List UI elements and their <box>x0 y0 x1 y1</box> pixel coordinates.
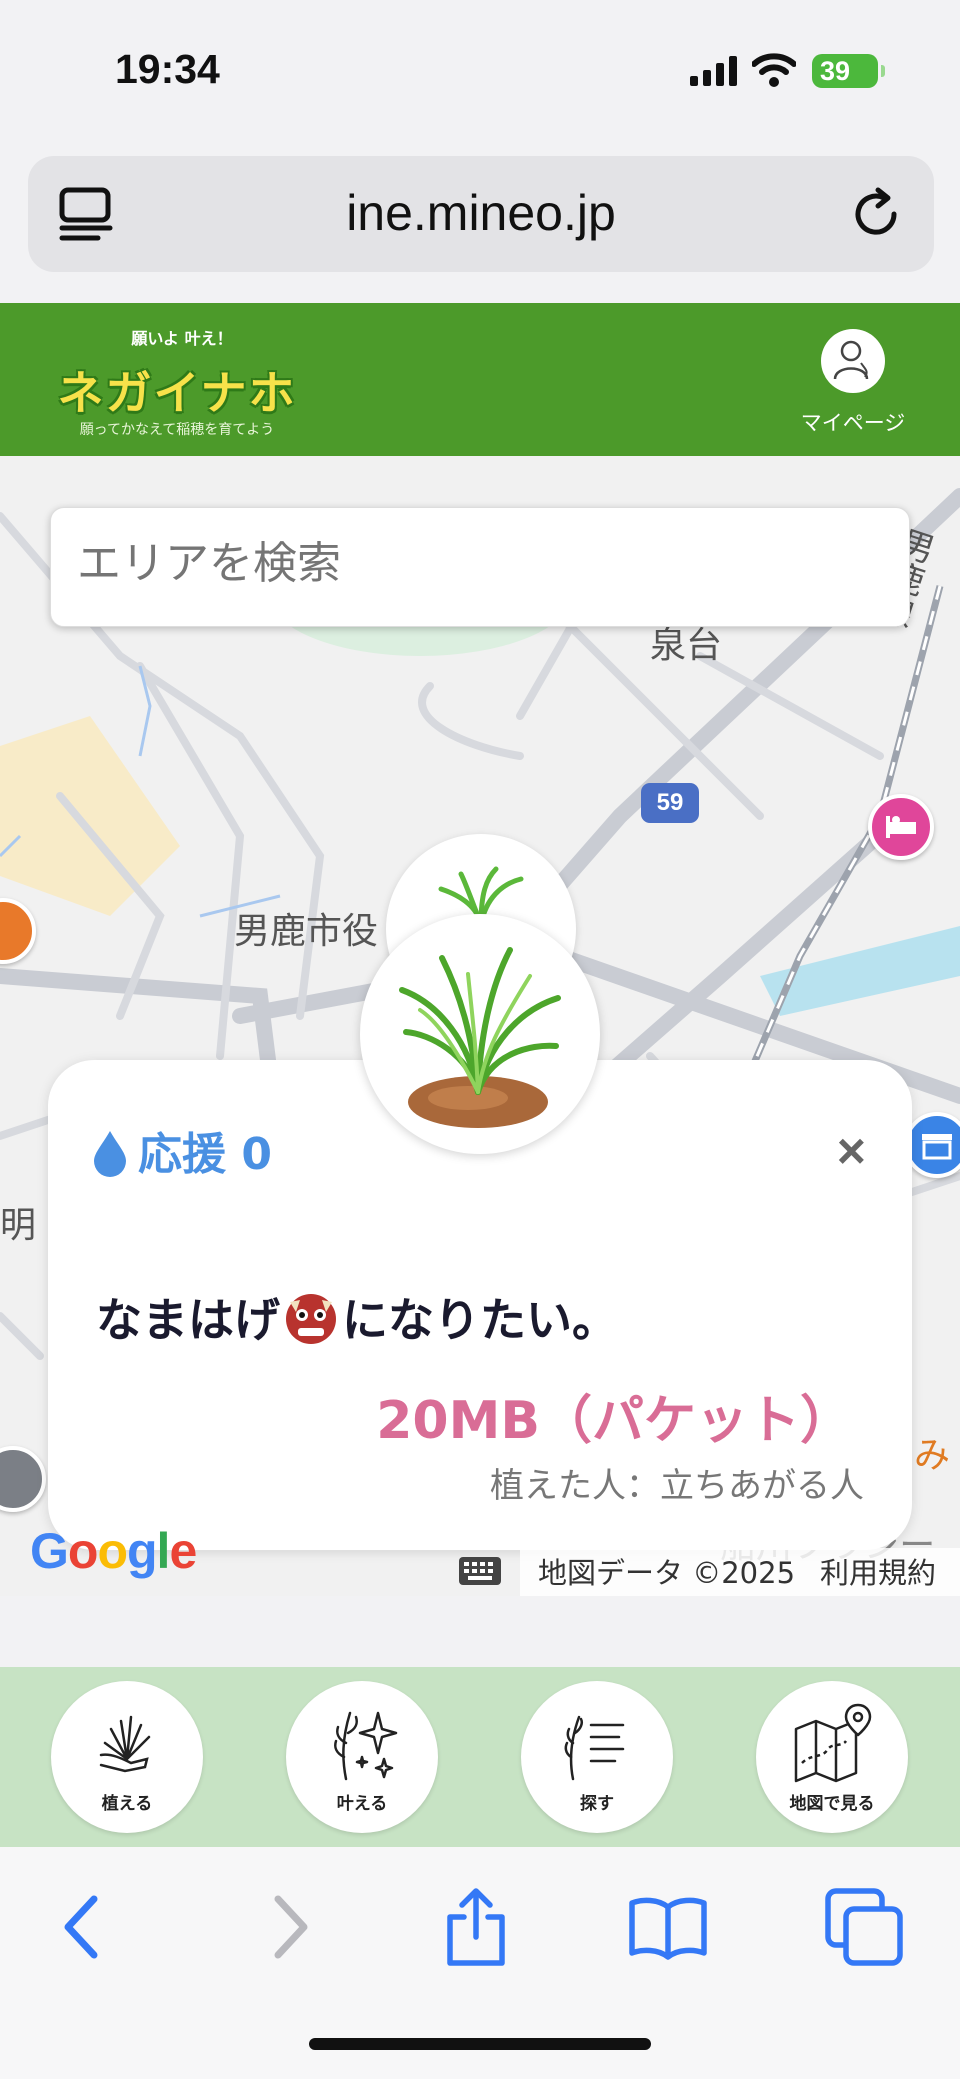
map-label-shrine-area: 明 <box>0 1205 37 1246</box>
address-bar[interactable]: ine.mineo.jp <box>28 156 934 272</box>
rice-plant-marker-selected[interactable] <box>360 914 600 1154</box>
plant-hand-icon <box>99 1715 151 1773</box>
logo-title: ネガイナホ <box>57 366 297 420</box>
nav-plant-label: 植える <box>101 1794 153 1814</box>
support-label: 応援 0 <box>138 1129 272 1180</box>
share-icon[interactable] <box>436 1887 516 1967</box>
bottom-nav: 植える 叶える 探す 地図で見る <box>0 1667 960 1847</box>
nav-plant-button[interactable]: 植える <box>51 1681 203 1833</box>
site-header: 願いよ 叶え！ ネガイナホ 願ってかなえて稲穂を育てよう マイページ <box>0 303 960 456</box>
nav-map-button[interactable]: 地図で見る <box>756 1681 908 1833</box>
map-data-credit[interactable]: 地図データ ©2025 <box>538 1550 795 1592</box>
data-amount: 20MB（パケット） <box>376 1391 852 1451</box>
cellular-signal-icon <box>690 56 737 86</box>
sparkle-rice-icon <box>334 1711 398 1781</box>
hotel-pin-icon[interactable] <box>868 794 934 860</box>
status-bar: 19:34 39 <box>0 0 960 140</box>
url-text[interactable]: ine.mineo.jp <box>28 184 934 242</box>
nav-search-label: 探す <box>580 1794 614 1814</box>
support-count[interactable]: 応援 0 <box>92 1118 272 1182</box>
map-label-right-edge: み <box>914 1435 951 1476</box>
back-arrow-icon[interactable] <box>46 1887 126 1967</box>
reload-icon[interactable] <box>848 186 904 242</box>
status-time: 19:34 <box>115 46 220 92</box>
map-attribution: 地図データ ©2025 利用規約 <box>0 1548 960 1596</box>
nav-fulfill-label: 叶える <box>336 1794 388 1814</box>
wish-text-after: になりたい。 <box>342 1293 618 1347</box>
area-search-input[interactable] <box>77 538 877 589</box>
forward-arrow-icon[interactable] <box>246 1887 326 1967</box>
tabs-overview-icon[interactable] <box>824 1887 904 1967</box>
user-icon <box>821 329 885 393</box>
mypage-button[interactable]: マイページ <box>798 329 908 439</box>
logo-subtitle: 願ってかなえて稲穂を育てよう <box>79 422 275 438</box>
store-pin-icon[interactable] <box>904 1112 960 1178</box>
map-pin-icon <box>794 1703 872 1783</box>
nav-search-button[interactable]: 探す <box>521 1681 673 1833</box>
map-label-city-hall: 男鹿市役 <box>234 911 379 952</box>
negainaho-logo[interactable]: 願いよ 叶え！ ネガイナホ 願ってかなえて稲穂を育てよう <box>52 321 302 439</box>
wifi-icon <box>752 53 796 87</box>
terms-link[interactable]: 利用規約 <box>820 1550 936 1592</box>
nav-fulfill-button[interactable]: 叶える <box>286 1681 438 1833</box>
nav-map-label: 地図で見る <box>789 1794 875 1814</box>
water-drop-icon <box>94 1131 126 1177</box>
close-button[interactable]: × <box>837 1122 866 1180</box>
area-search-box[interactable] <box>50 507 910 627</box>
wish-text-before: なまはげ <box>96 1293 280 1347</box>
keyboard-shortcuts-icon[interactable] <box>458 1556 502 1586</box>
page: 19:34 39 ine.mineo.jp 願いよ 叶え！ ネガイナホ 願ってか… <box>0 0 960 2079</box>
wish-text: なまはげ になりたい。 <box>96 1284 618 1350</box>
route-59-badge: 59 <box>641 783 699 823</box>
list-rice-icon <box>564 1715 625 1781</box>
map-view[interactable]: 泉台 男鹿線 男鹿市役 明 み 船川プラシー 59 <box>0 456 960 1596</box>
bookmarks-icon[interactable] <box>628 1887 708 1967</box>
battery-icon: 39 <box>812 54 885 88</box>
namahage-ogre-icon <box>286 1294 336 1344</box>
home-indicator <box>309 2038 651 2050</box>
planter-name: 植えた人：立ちあがる人 <box>490 1466 864 1506</box>
logo-tagline: 願いよ 叶え！ <box>131 329 233 348</box>
browser-toolbar <box>0 1847 960 2079</box>
mypage-label: マイページ <box>800 411 906 435</box>
battery-level: 39 <box>820 56 851 86</box>
